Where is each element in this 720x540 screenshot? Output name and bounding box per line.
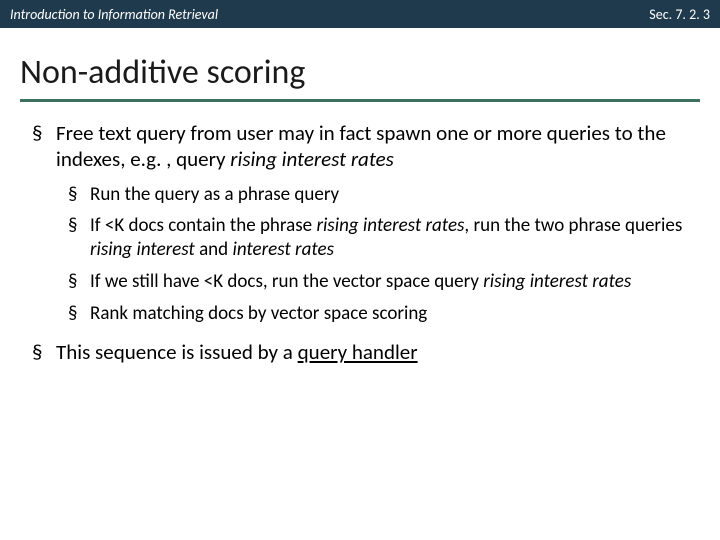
slide: Introduction to Information Retrieval Se… — [0, 0, 720, 540]
sub2-d: rising interest — [90, 238, 195, 261]
bullet-1: Free text query from user may in fact sp… — [56, 120, 692, 325]
sub-bullet-4: Rank matching docs by vector space scori… — [90, 302, 692, 326]
sub3-a: If we still have <K docs, run the vector… — [90, 270, 483, 293]
course-title: Introduction to Information Retrieval — [10, 6, 218, 23]
section-ref: Sec. 7. 2. 3 — [649, 6, 710, 23]
top-bar: Introduction to Information Retrieval Se… — [0, 0, 720, 28]
bullet-2: This sequence is issued by a query handl… — [56, 339, 692, 365]
sub2-f: interest rates — [232, 238, 334, 261]
sub-bullet-3: If we still have <K docs, run the vector… — [90, 270, 692, 294]
sub2-b: rising interest rates — [316, 214, 464, 237]
sub3-b: rising interest rates — [483, 270, 631, 293]
slide-title: Non-additive scoring — [0, 28, 720, 99]
sub-bullet-2: If <K docs contain the phrase rising int… — [90, 214, 692, 262]
sub2-a: If <K docs contain the phrase — [90, 214, 316, 237]
sub2-c: , run the two phrase queries — [464, 214, 682, 237]
bullet-2-underline: query handler — [298, 339, 418, 365]
sub-bullet-1: Run the query as a phrase query — [90, 183, 692, 207]
sub2-e: and — [195, 238, 233, 261]
title-rule — [20, 99, 700, 102]
bullet-1-italic: rising interest rates — [230, 146, 394, 172]
bullet-2-text: This sequence is issued by a — [56, 339, 298, 365]
content: Free text query from user may in fact sp… — [0, 120, 720, 366]
